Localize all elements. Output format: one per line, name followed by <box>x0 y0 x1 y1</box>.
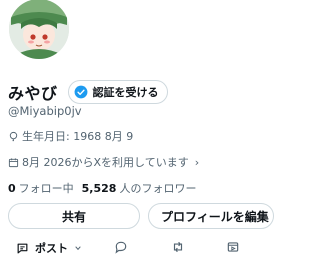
view-button[interactable] <box>226 240 240 254</box>
balloon-icon <box>9 131 18 141</box>
repost-button[interactable] <box>171 240 185 254</box>
get-verified-button[interactable]: 認証を受ける <box>67 80 168 104</box>
view-icon <box>227 242 239 252</box>
join-date-text: 8月 2026からXを利用しています <box>22 156 189 169</box>
following-label: フォロー中 <box>18 182 74 195</box>
birth-date-text: 生年月日: 1968 8月 9 <box>22 130 134 143</box>
reply-icon <box>115 241 127 254</box>
followers-count: 5,528 <box>81 182 117 195</box>
birth-date: 生年月日: 1968 8月 9 <box>8 128 133 144</box>
verified-badge-icon <box>74 85 87 99</box>
calendar-icon <box>8 157 19 167</box>
display-name: みやび <box>8 84 58 103</box>
following-count: 0 <box>8 182 16 195</box>
get-verified-label: 認証を受ける <box>92 86 159 99</box>
post-label: ポスト <box>35 242 68 255</box>
chevron-right-icon: › <box>194 155 200 169</box>
chevron-down-icon <box>75 246 81 251</box>
edit-profile-button[interactable]: プロフィールを編集 <box>148 203 274 229</box>
post-icon <box>17 243 28 253</box>
join-date[interactable]: 8月 2026からXを利用しています › <box>8 154 199 170</box>
avatar[interactable] <box>6 0 72 62</box>
followers-label: 人のフォロワー <box>119 182 197 195</box>
user-handle: @Miyabip0jv <box>8 104 82 118</box>
following-link[interactable]: 0 フォロー中 <box>8 180 74 196</box>
repost-icon <box>173 241 183 253</box>
share-button[interactable]: 共有 <box>8 203 140 229</box>
reply-button[interactable] <box>114 240 128 254</box>
post-filter-dropdown[interactable]: ポスト <box>16 240 82 256</box>
action-bar: ポスト <box>0 236 260 260</box>
followers-link[interactable]: 5,528 人のフォロワー <box>82 180 197 196</box>
